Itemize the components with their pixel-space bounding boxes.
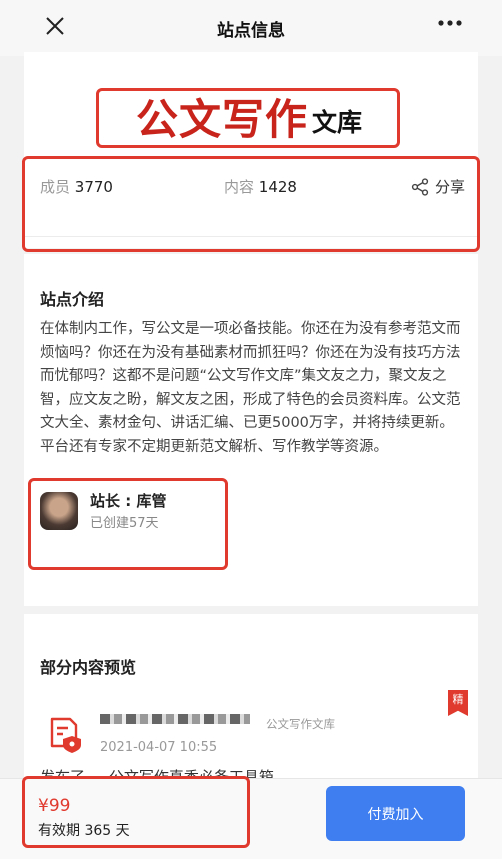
page-title: 站点信息 (217, 21, 285, 41)
more-icon[interactable] (437, 18, 463, 28)
top-bar: 站点信息 (0, 0, 502, 56)
intro-text: 在体制内工作，写公文是一项必备技能。你还在为没有参考范文而烦恼吗？你还在为没有基… (40, 321, 461, 455)
document-lock-icon (50, 717, 81, 753)
post-timestamp: 2021-04-07 10:55 (100, 740, 218, 755)
pay-join-button[interactable]: 付费加入 (326, 786, 465, 841)
divider (24, 236, 478, 237)
share-label: 分享 (434, 178, 465, 196)
post-site-name: 公文写作文库 (266, 717, 335, 731)
members-stat[interactable]: 成员 3770 (40, 176, 113, 197)
preview-card (24, 614, 478, 784)
price: ¥99 (38, 796, 71, 816)
created-days: 已创建57天 (90, 516, 159, 531)
site-logo: 公文写作 文库 (104, 90, 394, 146)
owner-name: 站长 : 库管 (90, 492, 167, 510)
share-button[interactable]: 分享 (411, 176, 465, 197)
preview-heading: 部分内容预览 (40, 658, 137, 677)
members-value: 3770 (74, 178, 113, 196)
post-author-blurred (100, 714, 250, 724)
content-value: 1428 (258, 178, 297, 196)
site-stats: 成员 3770 内容 1428 分享 (40, 176, 465, 200)
avatar[interactable] (40, 492, 78, 530)
validity-period: 有效期 365 天 (38, 823, 130, 839)
members-label: 成员 (40, 178, 71, 196)
content-label: 内容 (224, 178, 255, 196)
intro-heading: 站点介绍 (40, 290, 105, 309)
logo-suffix-text: 文库 (312, 108, 363, 137)
logo-main-text: 公文写作 (135, 95, 308, 144)
content-stat[interactable]: 内容 1428 (224, 176, 297, 197)
share-icon (411, 177, 429, 196)
site-header-card (24, 52, 478, 248)
